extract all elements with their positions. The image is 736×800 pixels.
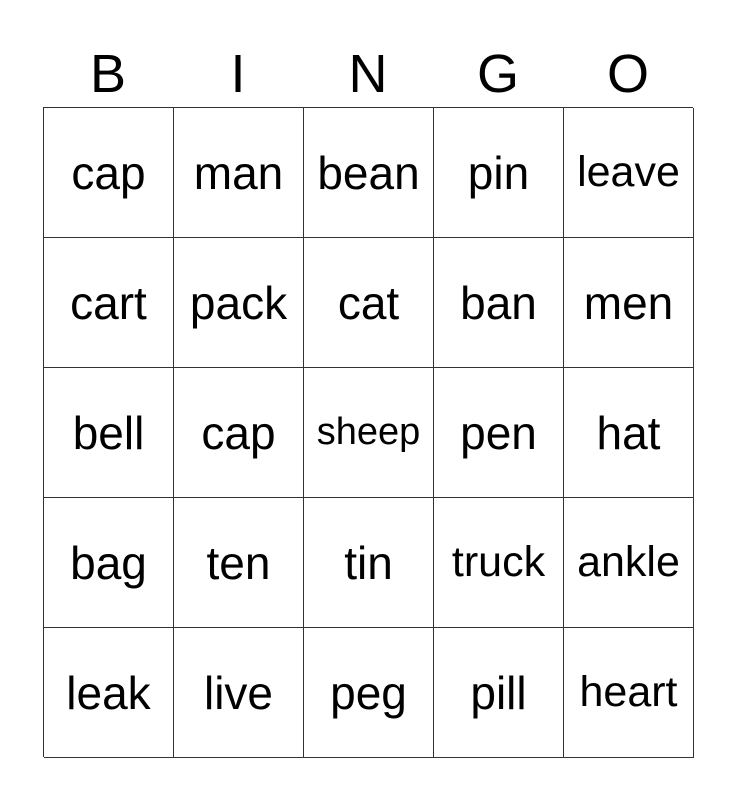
- bingo-cell: leave: [564, 108, 694, 238]
- header-letter-i: I: [230, 44, 246, 104]
- bingo-cell: pin: [434, 108, 564, 238]
- bingo-cell: pen: [434, 368, 564, 498]
- bingo-cell: tin: [304, 498, 434, 628]
- bingo-cell: ban: [434, 238, 564, 368]
- bingo-cell: peg: [304, 628, 434, 758]
- bingo-cell: ten: [174, 498, 304, 628]
- bingo-cell: cap: [44, 108, 174, 238]
- bingo-cell: heart: [564, 628, 694, 758]
- bingo-cell: man: [174, 108, 304, 238]
- bingo-cell: bag: [44, 498, 174, 628]
- header-letter-n: N: [348, 44, 388, 104]
- header-letter-g: G: [476, 44, 519, 104]
- header-letter-b: B: [89, 44, 127, 104]
- bingo-cell: cap: [174, 368, 304, 498]
- bingo-cell: pack: [174, 238, 304, 368]
- bingo-grid: cap man bean pin leave cart pack cat ban…: [43, 107, 694, 758]
- header-letter-o: O: [606, 44, 649, 104]
- bingo-cell: leak: [44, 628, 174, 758]
- bingo-cell: cat: [304, 238, 434, 368]
- bingo-cell: ankle: [564, 498, 694, 628]
- bingo-header: B I N G O: [43, 44, 693, 104]
- bingo-cell: cart: [44, 238, 174, 368]
- bingo-cell: hat: [564, 368, 694, 498]
- bingo-cell: sheep: [304, 368, 434, 498]
- bingo-cell: truck: [434, 498, 564, 628]
- bingo-cell: men: [564, 238, 694, 368]
- bingo-cell: bean: [304, 108, 434, 238]
- bingo-cell: bell: [44, 368, 174, 498]
- bingo-cell: live: [174, 628, 304, 758]
- bingo-cell: pill: [434, 628, 564, 758]
